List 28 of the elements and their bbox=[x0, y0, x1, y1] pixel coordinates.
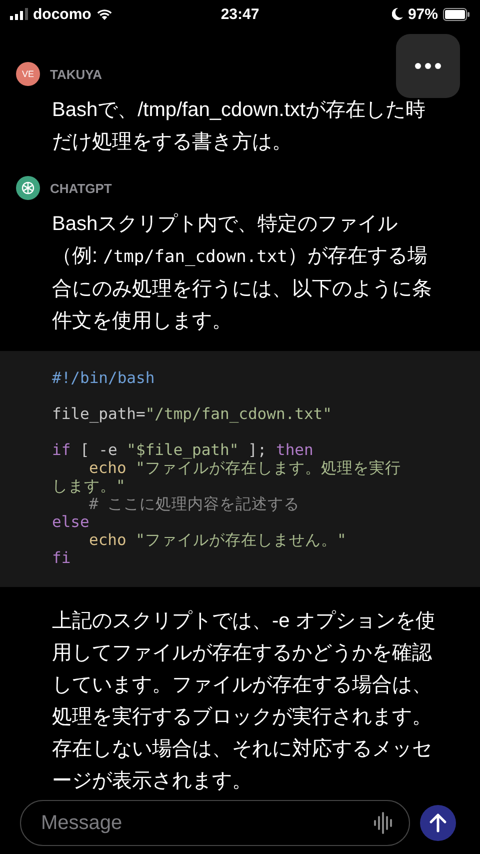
message-input[interactable]: Message bbox=[39, 810, 373, 836]
author-name: CHATGPT bbox=[50, 180, 112, 196]
user-avatar: VE bbox=[16, 62, 40, 86]
assistant-avatar bbox=[16, 176, 40, 200]
battery-icon bbox=[443, 8, 470, 20]
carrier-name: docomo bbox=[33, 6, 92, 22]
signal-icon bbox=[10, 8, 28, 20]
code-line: file_path="/tmp/fan_cdown.txt" bbox=[52, 405, 333, 423]
code-line: #!/bin/bash bbox=[52, 369, 156, 387]
code-line: else bbox=[52, 513, 90, 531]
code-line: echo "ファイルが存在します。処理を実行します。" bbox=[52, 459, 402, 495]
battery-percent: 97% bbox=[408, 6, 438, 22]
code-line: if [ -e "$file_path" ]; then bbox=[52, 441, 314, 459]
arrow-up-icon bbox=[429, 813, 447, 833]
send-button[interactable] bbox=[420, 805, 456, 841]
message-text: 上記のスクリプトでは、-e オプションを使用してファイルが存在するかどうかを確認しています。ファイルが存在する場合は、処理を実行するブロックが実行されます。存在しない場合は、それに対応するメッセージが表示されます。 bbox=[52, 609, 436, 794]
more-button[interactable] bbox=[396, 34, 460, 98]
code-line: fi bbox=[52, 549, 72, 567]
voice-icon[interactable] bbox=[373, 811, 395, 835]
message-text: Bashで、/tmp/fan_cdown.txtが存在した時だけ処理をする書き方は。 bbox=[52, 98, 426, 155]
author-name: TAKUYA bbox=[50, 66, 102, 82]
message-field[interactable]: Message bbox=[20, 800, 410, 846]
code-line: # ここに処理内容を記述する bbox=[88, 495, 301, 513]
message-text: Bashスクリプト内で、特定のファイル（例: /tmp/fan_cdown.txt）が存在する場合にのみ処理を行うには、以下のように条件文を使用します。 bbox=[52, 212, 433, 334]
clock-time: 23:47 bbox=[220, 6, 260, 22]
code-line: echo "ファイルが存在しません。" bbox=[88, 531, 348, 549]
moon-icon bbox=[392, 8, 403, 20]
wifi-icon bbox=[96, 8, 114, 20]
